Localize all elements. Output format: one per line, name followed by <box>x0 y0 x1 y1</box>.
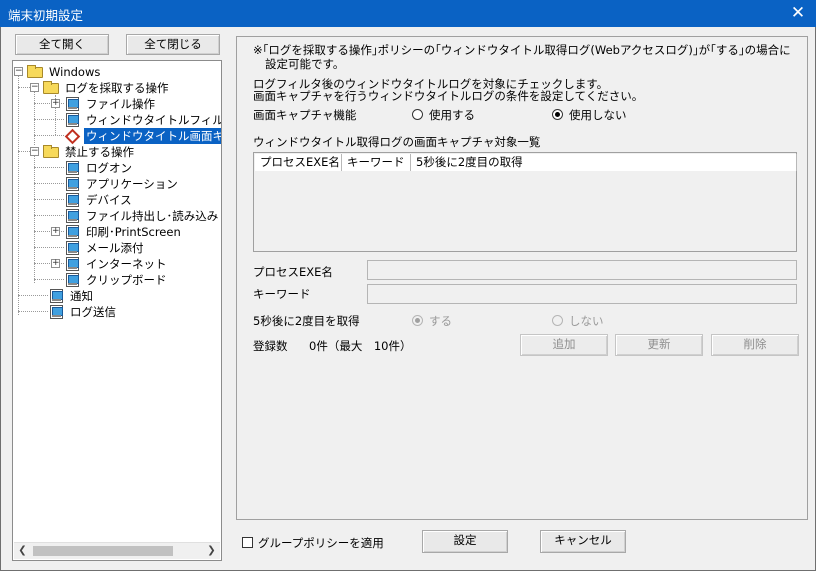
tree-item-label: ログオン <box>86 161 132 175</box>
tree-item-file-ops[interactable]: ファイル操作 <box>64 96 221 112</box>
tree-item-label: 印刷･PrintScreen <box>86 225 181 239</box>
tree-item-label: Windows <box>49 65 101 79</box>
capture-target-list[interactable]: プロセスEXE名 キーワード 5秒後に2度目の取得 <box>253 152 797 252</box>
folder-icon <box>43 145 59 158</box>
process-exe-label: プロセスEXE名 <box>253 265 333 279</box>
tree-item-label: デバイス <box>86 193 132 207</box>
tree-item-label: ファイル操作 <box>86 97 155 111</box>
computer-icon <box>66 193 79 207</box>
folder-icon <box>43 81 59 94</box>
scroll-right-icon[interactable]: ❯ <box>203 543 220 559</box>
capture-nouse-label[interactable]: 使用しない <box>569 107 627 123</box>
update-button: 更新 <box>615 334 703 356</box>
computer-icon <box>50 305 63 319</box>
expand-all-button[interactable]: 全て開く <box>15 34 109 55</box>
expand-icon[interactable]: + <box>51 259 60 268</box>
list-header: プロセスEXE名 キーワード 5秒後に2度目の取得 <box>255 154 797 171</box>
second-yes-label: する <box>429 314 452 328</box>
collapse-icon[interactable]: − <box>30 83 39 92</box>
list-title: ウィンドウタイトル取得ログの画面キャプチャ対象一覧 <box>253 135 541 149</box>
cancel-button[interactable]: キャンセル <box>540 530 626 553</box>
tree-item-label: インターネット <box>86 257 167 271</box>
computer-icon <box>66 113 79 127</box>
tree-item-label: ログを採取する操作 <box>65 81 169 95</box>
process-exe-field <box>367 260 797 280</box>
tree-item-file-io[interactable]: ファイル持出し･読み込み <box>64 208 221 224</box>
second-no-label: しない <box>569 314 604 328</box>
second-yes-radio <box>412 315 423 326</box>
ok-button[interactable]: 設定 <box>422 530 508 553</box>
window-title: 端末初期設定 <box>8 8 84 23</box>
second-no-radio <box>552 315 563 326</box>
description-line-2: 画面キャプチャを行うウィンドウタイトルログの条件を設定してください。 <box>253 89 644 103</box>
tree-item-label: ウィンドウタイトルフィルタ <box>86 113 222 127</box>
tree-item-label: メール添付 <box>86 241 144 255</box>
tree-item-label: ファイル持出し･読み込み <box>86 209 219 223</box>
tree-item-application[interactable]: アプリケーション <box>64 176 221 192</box>
scroll-left-icon[interactable]: ❮ <box>14 543 31 559</box>
horizontal-scrollbar[interactable]: ❮ ❯ <box>14 542 220 559</box>
tree-item-window-title-filter[interactable]: ウィンドウタイトルフィルタ <box>64 112 222 128</box>
tree-item-windows[interactable]: Windows <box>27 64 217 80</box>
scrollbar-thumb[interactable] <box>33 546 173 556</box>
tree-item-label: アプリケーション <box>86 177 178 191</box>
computer-icon <box>66 209 79 223</box>
tree-item-log-send[interactable]: ログ送信 <box>48 304 218 320</box>
tree-item-print[interactable]: 印刷･PrintScreen <box>64 224 221 240</box>
column-header-process[interactable]: プロセスEXE名 <box>255 154 342 171</box>
collapse-all-button[interactable]: 全て閉じる <box>126 34 220 55</box>
title-bar: 端末初期設定 ✕ <box>0 0 816 27</box>
collapse-icon[interactable]: − <box>14 67 23 76</box>
close-icon[interactable]: ✕ <box>788 2 808 24</box>
tree-item-label: ウィンドウタイトル画面キャ <box>84 128 221 144</box>
note-line-2: 設定可能です。 <box>265 57 345 71</box>
folder-icon <box>27 65 43 78</box>
tree-item-mail[interactable]: メール添付 <box>64 240 221 256</box>
delete-button: 削除 <box>711 334 799 356</box>
second-capture-label: 5秒後に2度目を取得 <box>253 314 360 328</box>
capture-nouse-radio[interactable] <box>552 109 563 120</box>
computer-icon <box>66 177 79 191</box>
computer-icon <box>66 241 79 255</box>
tree-item-log-ops[interactable]: ログを採取する操作 <box>43 80 221 96</box>
computer-icon <box>66 273 79 287</box>
group-policy-checkbox[interactable] <box>242 537 253 548</box>
keyword-label: キーワード <box>253 287 311 301</box>
computer-icon <box>66 161 79 175</box>
computer-icon <box>50 289 63 303</box>
capture-use-label[interactable]: 使用する <box>429 107 475 123</box>
edit-icon <box>64 128 81 145</box>
expand-icon[interactable]: + <box>51 99 60 108</box>
tree-item-logon[interactable]: ログオン <box>64 160 221 176</box>
tree-item-device[interactable]: デバイス <box>64 192 221 208</box>
tree-item-clipboard[interactable]: クリップボード <box>64 272 221 288</box>
count-value: 0件（最大 10件） <box>309 339 412 353</box>
capture-function-label: 画面キャプチャ機能 <box>253 108 357 122</box>
keyword-field <box>367 284 797 304</box>
computer-icon <box>66 225 79 239</box>
tree-item-internet[interactable]: インターネット <box>64 256 221 272</box>
tree-item-window-title-capture[interactable]: ウィンドウタイトル画面キャ <box>64 128 221 145</box>
computer-icon <box>66 97 79 111</box>
tree-item-notify[interactable]: 通知 <box>48 288 218 304</box>
settings-tree[interactable]: − − + − + + Windows ログを採取する操作 ファイル操作 ウィン… <box>12 60 222 561</box>
tree-item-prohibited-ops[interactable]: 禁止する操作 <box>43 144 221 160</box>
collapse-icon[interactable]: − <box>30 147 39 156</box>
settings-panel: ※｢ログを採取する操作｣ポリシーの｢ウィンドウタイトル取得ログ(Webアクセスロ… <box>236 36 808 520</box>
column-header-second-capture[interactable]: 5秒後に2度目の取得 <box>411 154 797 171</box>
tree-item-label: 通知 <box>70 289 93 303</box>
column-header-keyword[interactable]: キーワード <box>342 154 411 171</box>
group-policy-label[interactable]: グループポリシーを適用 <box>258 535 384 551</box>
tree-item-label: ログ送信 <box>70 305 116 319</box>
capture-use-radio[interactable] <box>412 109 423 120</box>
add-button: 追加 <box>520 334 608 356</box>
computer-icon <box>66 257 79 271</box>
expand-icon[interactable]: + <box>51 227 60 236</box>
tree-item-label: クリップボード <box>86 273 167 287</box>
count-label: 登録数 <box>253 339 288 353</box>
tree-item-label: 禁止する操作 <box>65 145 134 159</box>
